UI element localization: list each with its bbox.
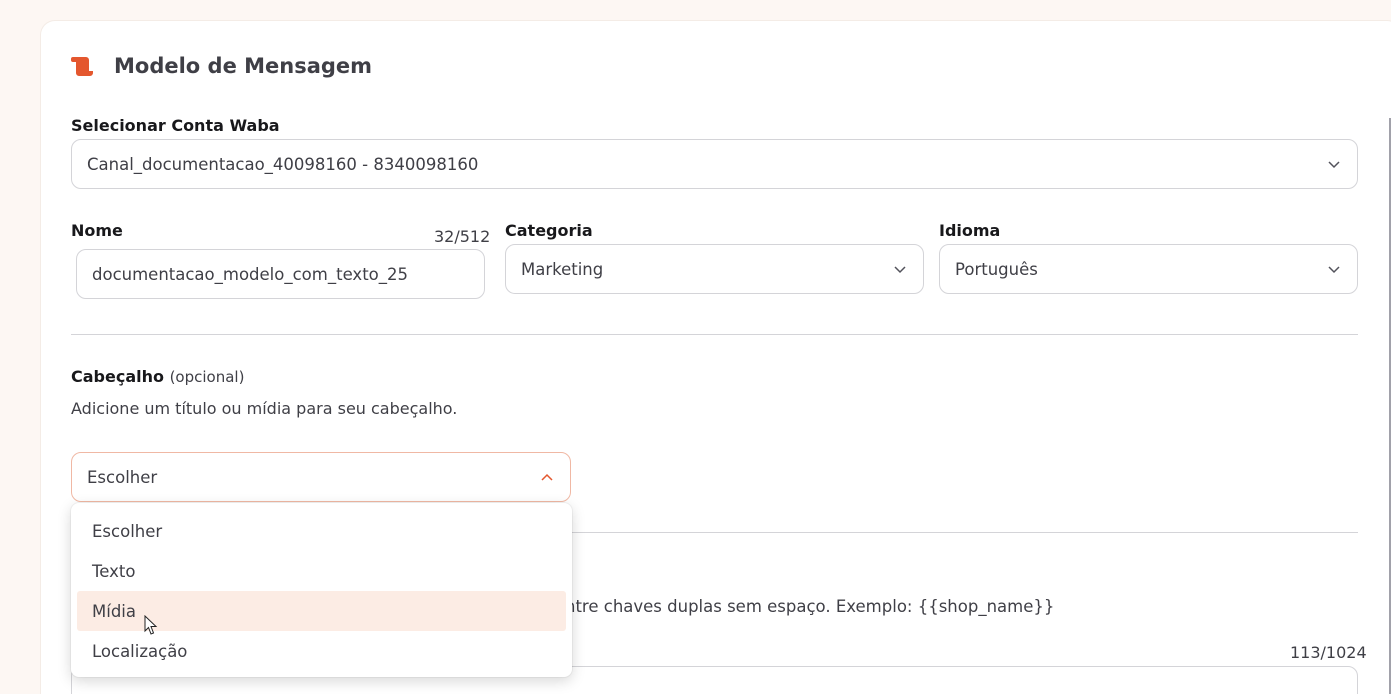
chevron-down-icon [894,266,906,274]
corpo-counter: 113/1024 [1290,643,1367,662]
categoria-select-value: Marketing [521,259,604,279]
waba-select[interactable]: Canal_documentacao_40098160 - 8340098160 [71,139,1358,189]
cabecalho-label: Cabeçalho (opcional) [71,367,244,386]
nome-input-value: documentacao_modelo_com_texto_25 [92,264,409,284]
chevron-up-icon [541,473,553,481]
cabecalho-select-value: Escolher [87,467,158,487]
cabecalho-dropdown-menu: Escolher Texto Mídia Localização [71,503,572,677]
nome-input[interactable]: documentacao_modelo_com_texto_25 [76,249,485,299]
mouse-cursor-icon [144,615,158,635]
section-divider [71,334,1358,335]
idioma-select-value: Português [955,259,1038,279]
chevron-down-icon [1328,161,1340,169]
page-title: Modelo de Mensagem [114,54,373,78]
cabecalho-select[interactable]: Escolher [71,452,571,502]
page-header: Modelo de Mensagem [70,54,372,78]
idioma-select[interactable]: Português [939,244,1358,294]
chevron-down-icon [1328,266,1340,274]
corpo-description: ntre chaves duplas sem espaço. Exemplo: … [565,597,1055,616]
idioma-label: Idioma [939,221,1001,240]
cabecalho-title: Cabeçalho [71,367,164,386]
nome-label: Nome [71,221,123,240]
dropdown-option-escolher[interactable]: Escolher [77,511,566,551]
cabecalho-optional: (opcional) [169,368,245,386]
nome-counter: 32/512 [434,227,491,246]
dropdown-option-texto[interactable]: Texto [77,551,566,591]
cabecalho-description: Adicione um título ou mídia para seu cab… [71,399,458,418]
categoria-label: Categoria [505,221,593,240]
waba-label: Selecionar Conta Waba [71,116,280,135]
categoria-select[interactable]: Marketing [505,244,924,294]
dropdown-option-localizacao[interactable]: Localização [77,631,566,671]
waba-select-value: Canal_documentacao_40098160 - 8340098160 [87,154,479,174]
section-divider [572,532,1358,533]
scroll-icon [71,57,93,76]
